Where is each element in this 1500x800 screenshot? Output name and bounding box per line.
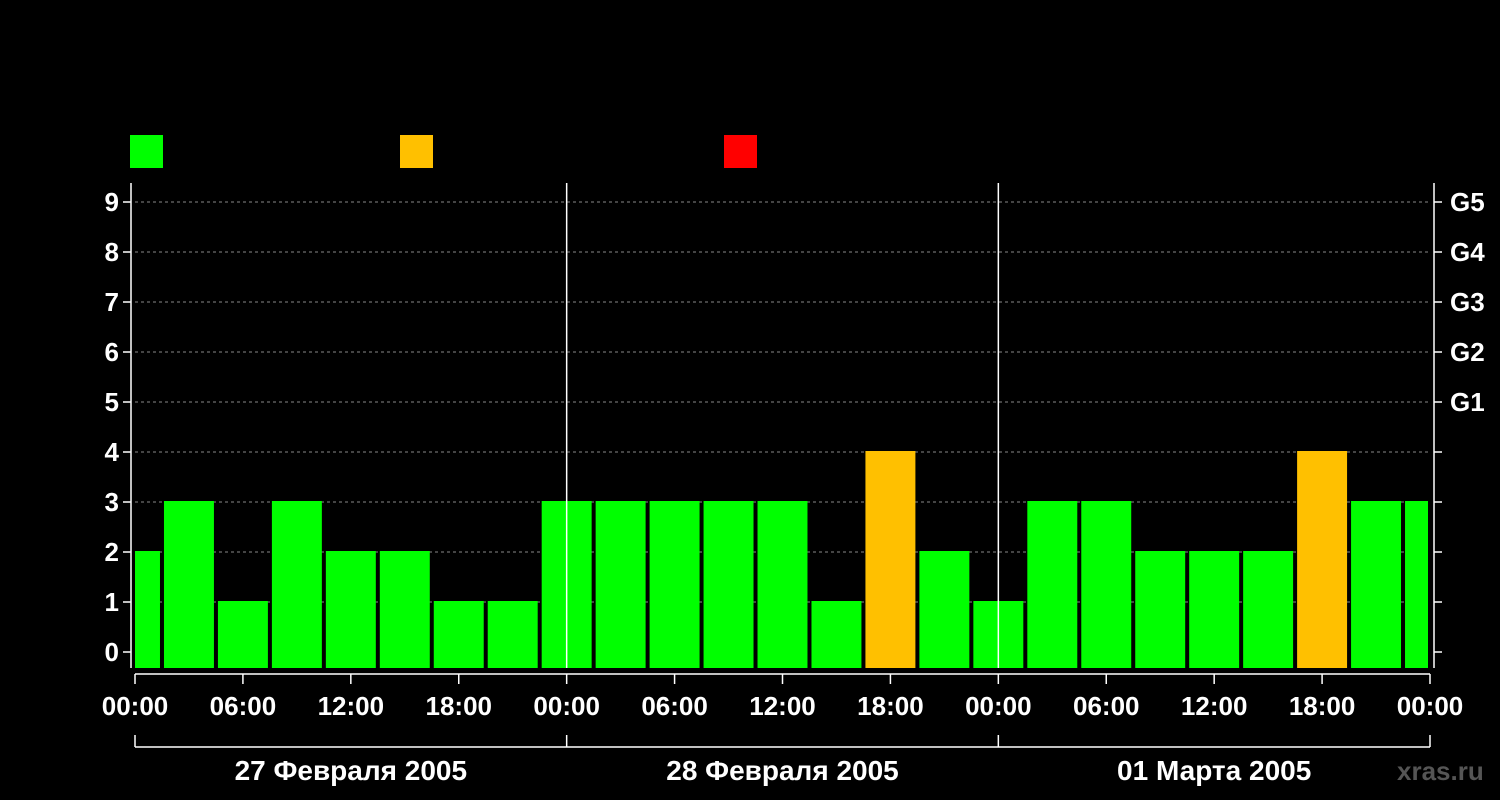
kp-bar	[649, 501, 700, 668]
kp-bar	[703, 501, 754, 668]
y-tick-label: 8	[105, 237, 119, 267]
legend-swatch-storm	[724, 135, 757, 168]
day-label: 27 Февраля 2005	[235, 755, 467, 786]
day-label: 01 Марта 2005	[1117, 755, 1311, 786]
kp-bar	[1189, 551, 1240, 668]
kp-bar	[1243, 551, 1294, 668]
y-tick-label: 6	[105, 337, 119, 367]
axes: 0 1 2 3 4 5 6 7 8 9 G1 G2 G3 G4 G5 00:00 06:00 12:00 18:00…	[102, 183, 1485, 786]
kp-bar	[379, 551, 430, 668]
y-tick-label: 2	[105, 537, 119, 567]
x-tick-label: 18:00	[857, 691, 924, 721]
x-tick-label: 12:00	[1181, 691, 1248, 721]
x-tick-label: 00:00	[533, 691, 600, 721]
kp-bar	[1297, 451, 1348, 668]
x-tick-label: 06:00	[641, 691, 708, 721]
legend-label-active: — возбужденная	[447, 137, 648, 164]
g-legend-item: G3 — сильная буря	[1080, 80, 1312, 107]
y-axis-label: Kp	[42, 413, 79, 444]
y-tick-label: 9	[105, 187, 119, 217]
kp-bar	[325, 551, 376, 668]
g-level-label: G1	[1450, 387, 1485, 417]
chart-subtitle: Магнитосфера	[130, 85, 319, 115]
legend-label-storm: — магнитная буря	[771, 137, 988, 164]
g-legend-item: G1 — слабая буря	[1080, 16, 1296, 43]
kp-bar	[433, 601, 484, 668]
legend-label-quiet: — спокойная	[177, 137, 333, 164]
legend-swatch-active	[400, 135, 433, 168]
kp-chart: Магнитные бури, Балтимор (UTC-05) Магнит…	[42, 16, 1485, 786]
x-tick-label: 00:00	[1397, 691, 1464, 721]
kp-bar	[163, 501, 214, 668]
y-tick-label: 7	[105, 287, 119, 317]
y-tick-label: 0	[105, 637, 119, 667]
kp-bar	[919, 551, 970, 668]
g-scale-legend: G1 — слабая буря G2 — средняя буря G3 — …	[1080, 16, 1392, 171]
kp-bar	[271, 501, 322, 668]
kp-bar	[1081, 501, 1132, 668]
x-tick-label: 12:00	[749, 691, 816, 721]
g-legend-item: G5 — экстремальная буря	[1080, 144, 1392, 171]
x-tick-label: 00:00	[102, 691, 169, 721]
kp-bar	[487, 601, 538, 668]
g-level-label: G2	[1450, 337, 1485, 367]
kp-bar	[757, 501, 808, 668]
kp-bar	[1351, 501, 1402, 668]
chart-title: Магнитные бури, Балтимор (UTC-05)	[130, 24, 602, 54]
kp-bar	[1135, 551, 1186, 668]
kp-bar	[217, 601, 268, 668]
bars	[135, 451, 1428, 668]
x-tick-label: 00:00	[965, 691, 1032, 721]
kp-bar	[1027, 501, 1078, 668]
day-label: 28 Февраля 2005	[666, 755, 898, 786]
x-tick-label: 18:00	[1289, 691, 1356, 721]
kp-bar	[595, 501, 646, 668]
kp-bar	[1405, 501, 1428, 668]
x-tick-label: 12:00	[318, 691, 385, 721]
g-level-label: G5	[1450, 187, 1485, 217]
x-tick-label: 06:00	[1073, 691, 1140, 721]
y-tick-label: 3	[105, 487, 119, 517]
legend: — спокойная — возбужденная — магнитная б…	[130, 135, 988, 168]
kp-bar	[811, 601, 862, 668]
brand-watermark: xras.ru	[1397, 756, 1484, 786]
legend-swatch-quiet	[130, 135, 163, 168]
g-legend-item: G2 — средняя буря	[1080, 48, 1311, 75]
x-tick-label: 18:00	[426, 691, 493, 721]
y-tick-label: 4	[105, 437, 120, 467]
kp-bar	[865, 451, 916, 668]
y-tick-label: 1	[105, 587, 119, 617]
y-tick-label: 5	[105, 387, 119, 417]
kp-bar	[135, 551, 160, 668]
g-level-label: G4	[1450, 237, 1485, 267]
g-level-label: G3	[1450, 287, 1485, 317]
x-tick-label: 06:00	[210, 691, 277, 721]
g-legend-item: G4 — очень сильная буря	[1080, 112, 1389, 139]
